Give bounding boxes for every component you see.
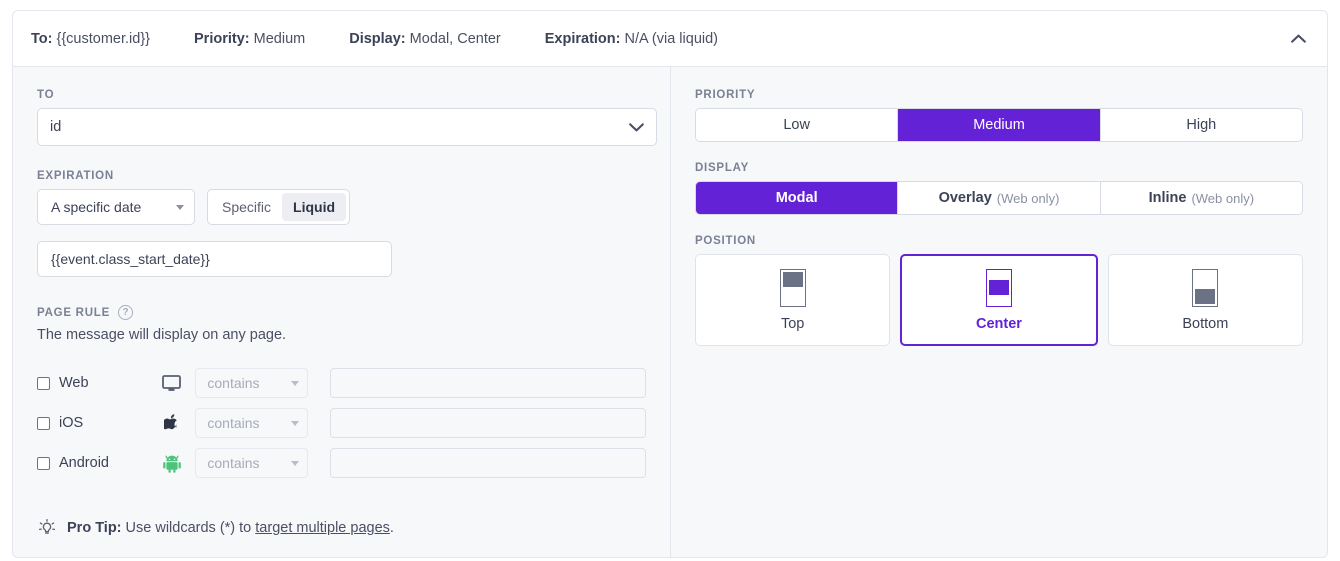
- android-icon: [156, 454, 188, 473]
- platform-checkbox-android[interactable]: Android: [37, 455, 156, 471]
- summary-expiration-key: Expiration:: [544, 30, 621, 47]
- expiration-format-toggle: Specific Liquid: [207, 189, 351, 225]
- position-card-center[interactable]: Center: [900, 254, 1098, 346]
- position-label-bottom: Bottom: [1182, 315, 1229, 332]
- operator-value-ios: contains: [207, 415, 260, 431]
- collapse-panel-button[interactable]: [1285, 26, 1311, 52]
- caret-down-icon: [176, 204, 184, 210]
- display-option-modal[interactable]: Modal: [696, 182, 899, 214]
- operator-select-ios[interactable]: contains: [195, 408, 309, 438]
- operator-value-web: contains: [207, 375, 260, 391]
- display-option-modal-name: Modal: [775, 190, 818, 206]
- summary-item-expiration: Expiration: N/A (via liquid): [545, 31, 718, 47]
- caret-down-icon: [291, 380, 300, 386]
- platform-row-ios: iOS contains: [37, 403, 646, 443]
- checkbox-icon: [37, 416, 50, 430]
- priority-segmented-control: Low Medium High: [695, 108, 1303, 142]
- monitor-icon: [156, 374, 188, 392]
- position-card-bottom[interactable]: Bottom: [1107, 254, 1303, 346]
- priority-option-high[interactable]: High: [1100, 109, 1302, 141]
- position-thumbnail-top-icon: [779, 268, 806, 307]
- platform-label-web: Web: [59, 375, 89, 391]
- display-label: DISPLAY: [695, 162, 750, 174]
- to-select[interactable]: id: [37, 108, 657, 146]
- summary-item-to: To: {{customer.id}}: [31, 31, 150, 47]
- summary-item-display: Display: Modal, Center: [349, 31, 501, 47]
- display-option-overlay-note: (Web only): [996, 190, 1060, 206]
- settings-body: TO id EXPIRATION A specific date Specifi…: [13, 67, 1327, 557]
- lightbulb-icon: [38, 518, 56, 534]
- display-option-overlay[interactable]: Overlay (Web only): [898, 182, 1101, 214]
- platform-checkbox-ios[interactable]: iOS: [37, 415, 156, 431]
- platform-label-android: Android: [59, 455, 109, 471]
- pro-tip-label: Pro Tip:: [67, 520, 122, 536]
- caret-down-icon: [291, 460, 300, 466]
- priority-option-low[interactable]: Low: [696, 109, 899, 141]
- summary-display-value: Modal, Center: [409, 30, 501, 47]
- summary-item-priority: Priority: Medium: [194, 31, 305, 47]
- display-option-overlay-name: Overlay: [938, 190, 992, 206]
- caret-down-icon: [291, 420, 300, 426]
- to-label: TO: [37, 89, 55, 101]
- summary-bar: To: {{customer.id}} Priority: Medium Dis…: [13, 11, 1327, 67]
- page-rule-label-text: PAGE RULE: [37, 306, 110, 319]
- platform-row-android: Android contains: [37, 443, 646, 483]
- summary-display-key: Display:: [349, 30, 406, 47]
- page-rule-label: PAGE RULE ?: [37, 305, 646, 320]
- platform-checkbox-web[interactable]: Web: [37, 375, 156, 391]
- expiration-row: A specific date Specific Liquid: [37, 189, 646, 225]
- help-circle-icon[interactable]: ?: [118, 305, 133, 320]
- operator-value-android: contains: [207, 455, 260, 471]
- value-input-ios[interactable]: [330, 408, 646, 438]
- display-segmented-control: Modal Overlay (Web only) Inline (Web onl…: [695, 181, 1303, 215]
- summary-to-key: To:: [31, 30, 53, 47]
- chevron-up-icon: [1290, 34, 1306, 43]
- expiration-mode-select[interactable]: A specific date: [37, 189, 195, 225]
- right-pane: PRIORITY Low Medium High DISPLAY Modal O…: [671, 67, 1327, 557]
- checkbox-icon: [37, 376, 50, 390]
- page-rule-description: The message will display on any page.: [37, 327, 287, 343]
- message-settings-card: To: {{customer.id}} Priority: Medium Dis…: [12, 10, 1328, 558]
- summary-priority-key: Priority:: [194, 30, 250, 47]
- operator-select-web[interactable]: contains: [195, 368, 309, 398]
- value-input-android[interactable]: [330, 448, 646, 478]
- position-card-top[interactable]: Top: [695, 254, 891, 346]
- apple-icon: [156, 413, 188, 433]
- summary-to-value: {{customer.id}}: [56, 30, 151, 47]
- pro-tip-text: Use wildcards (*) to: [125, 520, 252, 536]
- platform-row-web: Web contains: [37, 363, 646, 403]
- toggle-liquid[interactable]: Liquid: [282, 193, 347, 221]
- position-thumbnail-bottom-icon: [1192, 268, 1219, 307]
- position-label-center: Center: [976, 315, 1022, 332]
- display-option-inline[interactable]: Inline (Web only): [1100, 182, 1302, 214]
- position-label-top: Top: [780, 315, 805, 332]
- chevron-down-icon: [629, 122, 644, 131]
- priority-option-medium[interactable]: Medium: [898, 109, 1101, 141]
- liquid-expiration-input[interactable]: {{event.class_start_date}}: [37, 241, 392, 277]
- operator-select-android[interactable]: contains: [195, 448, 309, 478]
- liquid-expiration-value: {{event.class_start_date}}: [51, 251, 210, 267]
- expiration-label: EXPIRATION: [37, 170, 114, 182]
- expiration-mode-value: A specific date: [51, 199, 142, 215]
- target-multiple-pages-link[interactable]: target multiple pages: [255, 520, 390, 536]
- pro-tip-suffix: .: [389, 520, 394, 536]
- checkbox-icon: [37, 456, 50, 470]
- position-card-group: Top Center Bottom: [695, 254, 1303, 346]
- toggle-specific[interactable]: Specific: [211, 193, 282, 221]
- display-option-inline-note: (Web only): [1191, 190, 1255, 206]
- display-option-inline-name: Inline: [1148, 190, 1187, 206]
- summary-expiration-value: N/A (via liquid): [624, 30, 718, 47]
- summary-priority-value: Medium: [253, 30, 306, 47]
- priority-label: PRIORITY: [695, 89, 756, 101]
- pro-tip: Pro Tip: Use wildcards (*) to target mul…: [37, 518, 394, 538]
- left-pane: TO id EXPIRATION A specific date Specifi…: [13, 67, 671, 557]
- to-select-value: id: [50, 119, 62, 135]
- position-thumbnail-center-icon: [985, 268, 1012, 307]
- platform-label-ios: iOS: [59, 415, 84, 431]
- value-input-web[interactable]: [330, 368, 646, 398]
- position-label: POSITION: [695, 235, 756, 247]
